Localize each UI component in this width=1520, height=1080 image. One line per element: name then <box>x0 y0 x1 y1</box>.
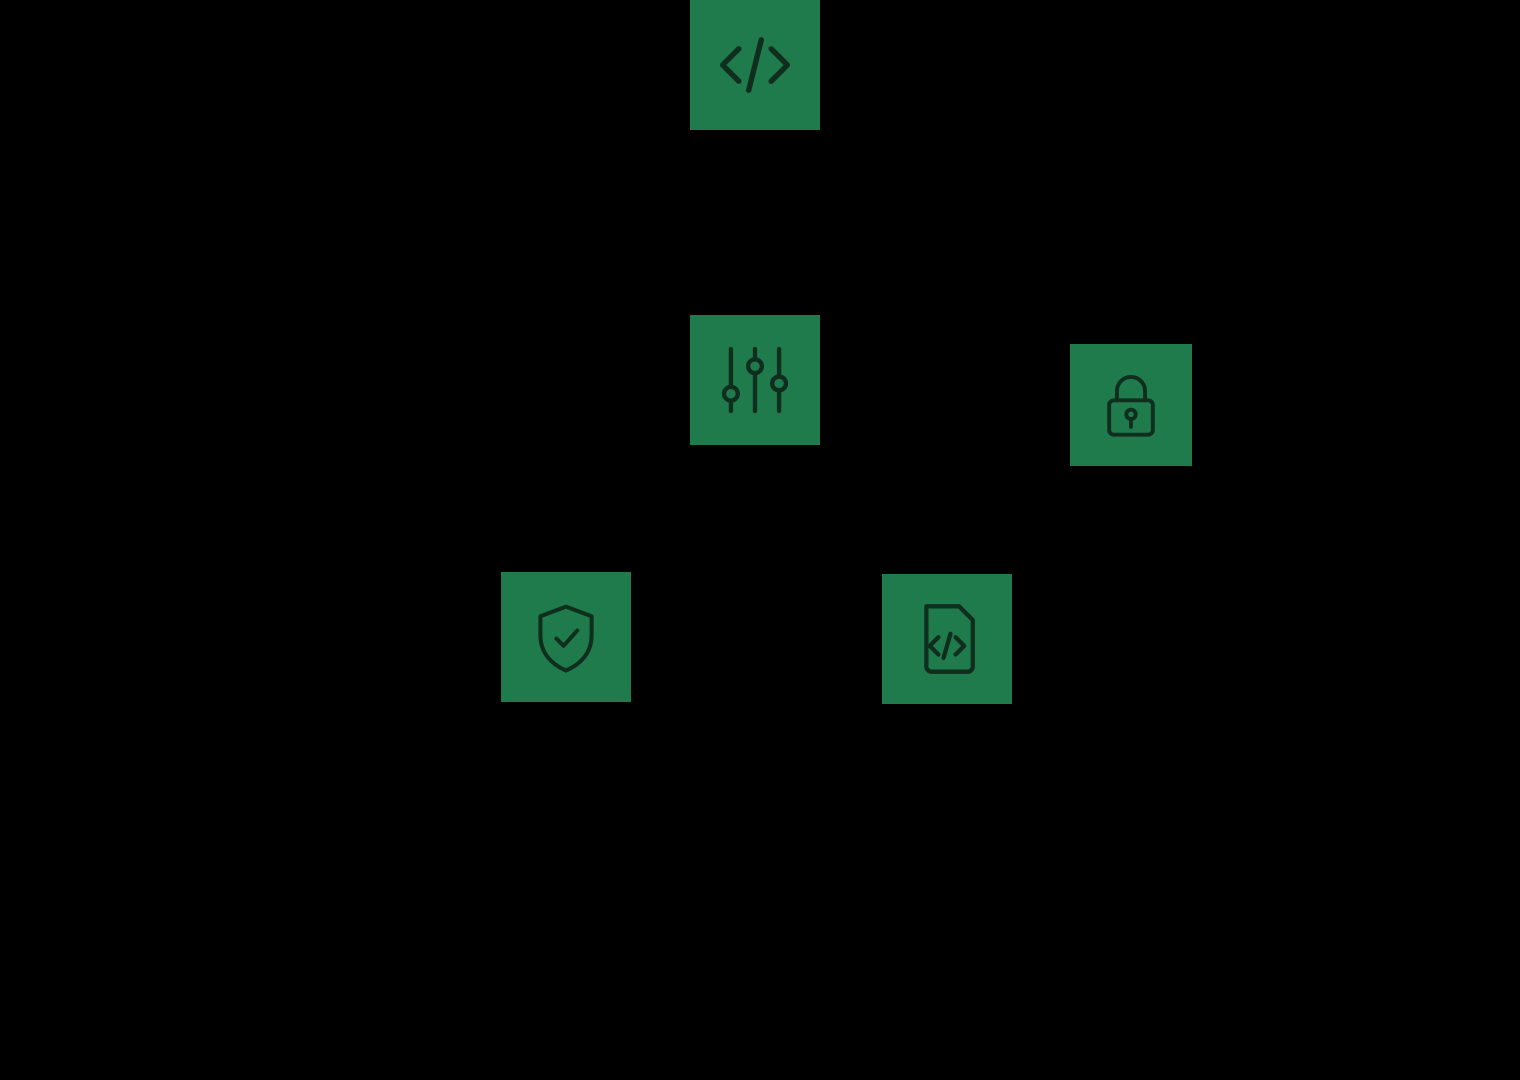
code-document-tile <box>882 574 1012 704</box>
code-icon <box>710 20 800 110</box>
code-document-icon <box>904 596 990 682</box>
lock-tile <box>1070 344 1192 466</box>
shield-tile <box>501 572 631 702</box>
code-tile <box>690 0 820 130</box>
sliders-tile <box>690 315 820 445</box>
diagram-canvas <box>0 0 1520 1080</box>
lock-icon <box>1092 366 1170 444</box>
sliders-icon <box>712 337 798 423</box>
shield-check-icon <box>526 597 606 677</box>
